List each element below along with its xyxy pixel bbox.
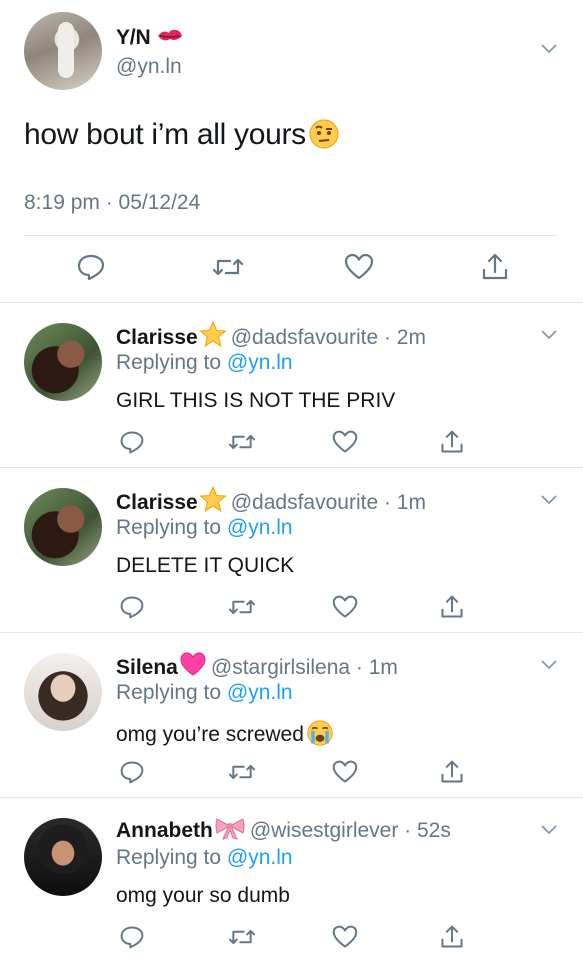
reply-author-name[interactable]: Annabeth [116, 819, 213, 842]
reply-header: Annabeth @wisestgirlever · 52s [116, 816, 451, 843]
replying-prefix: Replying to [116, 681, 227, 704]
share-icon[interactable] [439, 594, 465, 620]
mention-link[interactable]: @yn.ln [227, 516, 293, 539]
reply-handle-time: @dadsfavourite · 2m [230, 326, 426, 349]
tweet-timestamp: 8:19 pm · 05/12/24 [24, 191, 201, 214]
reply-icon[interactable] [119, 429, 145, 455]
reply-author-name[interactable]: Silena [116, 656, 178, 679]
replying-to: Replying to @yn.ln [116, 681, 293, 705]
crying-face-icon [307, 720, 333, 746]
reply-text: omg your so dumb [116, 884, 290, 907]
reply-tweet[interactable]: Silena @stargirlsilena · 1m Replying to @… [0, 633, 583, 797]
retweet-icon[interactable] [212, 252, 244, 282]
reply-tweet[interactable]: Annabeth @wisestgirlever · 52s Replying t… [0, 798, 583, 962]
pink-heart-icon [180, 652, 206, 676]
reply-handle-time: @stargirlsilena · 1m [210, 656, 398, 679]
main-tweet: Y/N @yn.ln how bout i’m all yours 8:19 p… [0, 0, 583, 302]
replying-to: Replying to @yn.ln [116, 846, 293, 870]
like-icon[interactable] [332, 429, 358, 455]
reply-actions [0, 759, 583, 787]
reply-icon[interactable] [76, 252, 106, 282]
author-name[interactable]: Y/N [116, 26, 184, 50]
chevron-down-icon[interactable] [541, 44, 557, 54]
reply-author-name[interactable]: Clarisse [116, 326, 198, 349]
replying-to: Replying to @yn.ln [116, 351, 293, 375]
author-handle[interactable]: @yn.ln [116, 55, 182, 79]
reply-text: GIRL THIS IS NOT THE PRIV [116, 389, 396, 412]
tweet-text-body: how bout i’m all yours [24, 118, 306, 151]
avatar[interactable] [24, 488, 102, 566]
retweet-icon[interactable] [228, 594, 256, 620]
kiss-mark-icon [158, 29, 183, 41]
tweet-text: how bout i’m all yours [24, 118, 340, 152]
reply-author-name[interactable]: Clarisse [116, 491, 198, 514]
reply-text: DELETE IT QUICK [116, 554, 295, 577]
share-icon[interactable] [439, 429, 465, 455]
retweet-icon[interactable] [228, 759, 256, 785]
reply-handle-time: @wisestgirlever · 52s [249, 819, 451, 842]
ribbon-bow-icon [215, 818, 245, 840]
tweet-actions [0, 252, 583, 288]
replying-to: Replying to @yn.ln [116, 516, 293, 540]
reply-text: omg you’re screwed [116, 719, 334, 747]
like-icon[interactable] [332, 759, 358, 785]
chevron-down-icon[interactable] [541, 660, 557, 670]
replying-prefix: Replying to [116, 846, 227, 869]
avatar[interactable] [24, 653, 102, 731]
reply-header: Clarisse @dadsfavourite · 2m [116, 321, 426, 350]
avatar[interactable] [24, 818, 102, 896]
chevron-down-icon[interactable] [541, 825, 557, 835]
retweet-icon[interactable] [228, 429, 256, 455]
mention-link[interactable]: @yn.ln [227, 846, 293, 869]
reply-actions [0, 429, 583, 457]
like-icon[interactable] [332, 594, 358, 620]
replying-prefix: Replying to [116, 516, 227, 539]
replying-prefix: Replying to [116, 351, 227, 374]
reply-text-body: omg you’re screwed [116, 723, 304, 746]
reply-icon[interactable] [119, 924, 145, 950]
reply-icon[interactable] [119, 759, 145, 785]
reply-handle-time: @dadsfavourite · 1m [230, 491, 426, 514]
reply-actions [0, 594, 583, 622]
like-icon[interactable] [332, 924, 358, 950]
reply-actions [0, 924, 583, 952]
reply-icon[interactable] [119, 594, 145, 620]
share-icon[interactable] [480, 252, 510, 282]
reply-tweet[interactable]: Clarisse @dadsfavourite · 2m Replying to … [0, 303, 583, 467]
divider [24, 235, 557, 236]
share-icon[interactable] [439, 924, 465, 950]
author-name-text: Y/N [116, 26, 151, 49]
chevron-down-icon[interactable] [541, 495, 557, 505]
like-icon[interactable] [344, 252, 374, 282]
chevron-down-icon[interactable] [541, 330, 557, 340]
star-icon [198, 486, 227, 512]
reply-header: Clarisse @dadsfavourite · 1m [116, 486, 426, 515]
reply-tweet[interactable]: Clarisse @dadsfavourite · 1m Replying to … [0, 468, 583, 632]
avatar[interactable] [24, 323, 102, 401]
avatar[interactable] [24, 12, 102, 90]
mention-link[interactable]: @yn.ln [227, 681, 293, 704]
mention-link[interactable]: @yn.ln [227, 351, 293, 374]
reply-header: Silena @stargirlsilena · 1m [116, 651, 398, 680]
raised-eyebrow-face-icon [309, 119, 339, 149]
share-icon[interactable] [439, 759, 465, 785]
retweet-icon[interactable] [228, 924, 256, 950]
star-icon [198, 321, 227, 347]
